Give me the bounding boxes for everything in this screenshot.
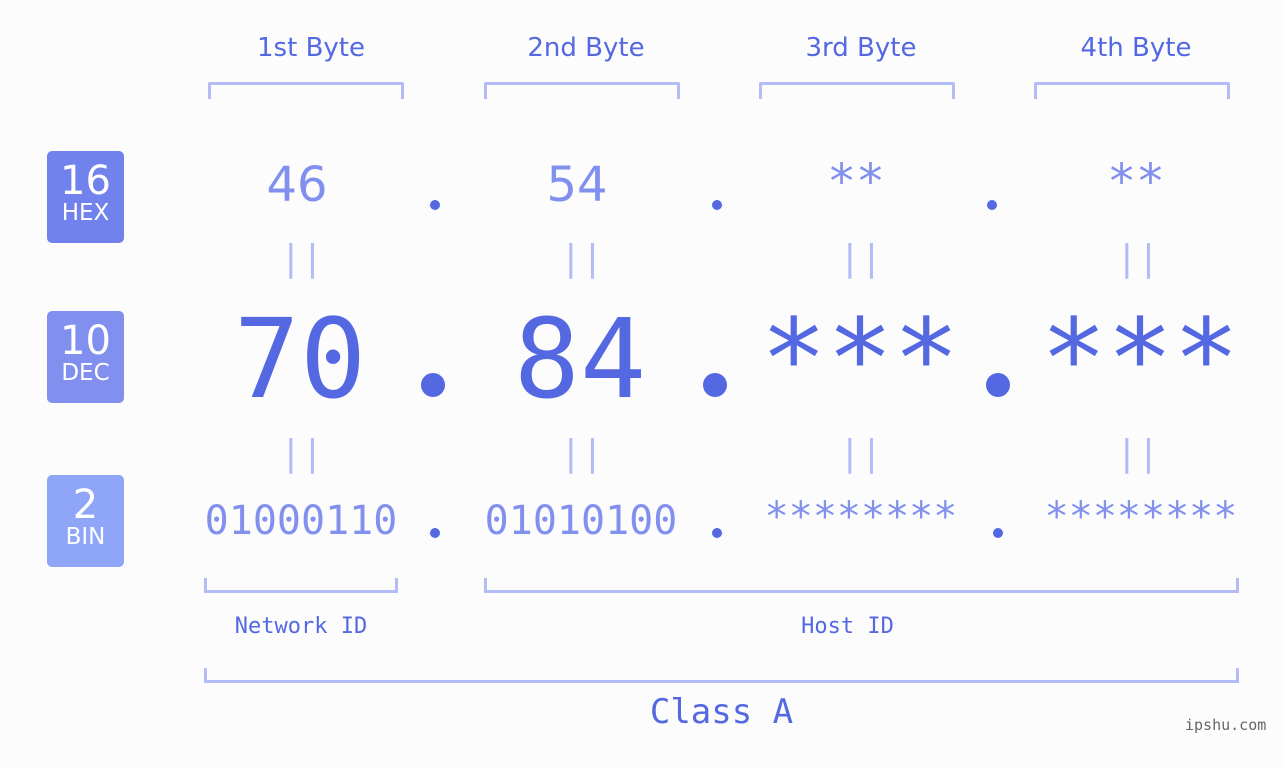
hex-badge-base: 16 bbox=[60, 158, 111, 204]
bin-dot-2 bbox=[712, 528, 722, 538]
equals-sign: || bbox=[560, 238, 604, 279]
dec-byte-3: *** bbox=[760, 295, 960, 423]
dec-byte-2: 84 bbox=[513, 295, 647, 423]
equals-sign: || bbox=[839, 433, 883, 474]
network-id-bracket bbox=[204, 578, 398, 593]
class-bracket bbox=[204, 668, 1239, 683]
bin-dot-3 bbox=[993, 528, 1003, 538]
hex-byte-3: ** bbox=[827, 154, 885, 210]
hex-dot-2 bbox=[712, 200, 722, 210]
dec-badge-label: DEC bbox=[61, 360, 110, 386]
equals-sign: || bbox=[839, 238, 883, 279]
bin-badge-label: BIN bbox=[65, 524, 106, 550]
hex-badge-label: HEX bbox=[61, 200, 110, 226]
hex-dot-3 bbox=[987, 200, 997, 210]
equals-sign: || bbox=[1116, 433, 1160, 474]
bin-dot-1 bbox=[430, 528, 440, 538]
hex-byte-2: 54 bbox=[546, 157, 608, 213]
dec-dot-2 bbox=[703, 373, 727, 397]
network-id-label: Network ID bbox=[234, 614, 368, 639]
equals-sign: || bbox=[280, 433, 324, 474]
byte-bracket-4 bbox=[1034, 82, 1230, 99]
byte-bracket-1 bbox=[208, 82, 404, 99]
hex-byte-4: ** bbox=[1107, 154, 1165, 210]
bin-byte-3: ******** bbox=[764, 494, 958, 540]
byte-label-1: 1st Byte bbox=[257, 33, 365, 63]
watermark: ipshu.com bbox=[1185, 716, 1267, 734]
equals-sign: || bbox=[280, 238, 324, 279]
dec-badge: 10 DEC bbox=[47, 311, 124, 403]
byte-label-4: 4th Byte bbox=[1080, 33, 1192, 63]
byte-bracket-3 bbox=[759, 82, 955, 99]
hex-badge: 16 HEX bbox=[47, 151, 124, 243]
dec-dot-1 bbox=[421, 373, 445, 397]
byte-label-2: 2nd Byte bbox=[527, 33, 645, 63]
host-id-bracket bbox=[484, 578, 1239, 593]
hex-dot-1 bbox=[430, 200, 440, 210]
bin-badge-base: 2 bbox=[72, 482, 99, 528]
bin-byte-2: 01010100 bbox=[484, 498, 678, 544]
bin-byte-1: 01000110 bbox=[204, 498, 398, 544]
equals-sign: || bbox=[1116, 238, 1160, 279]
dec-badge-base: 10 bbox=[60, 318, 111, 364]
byte-bracket-2 bbox=[484, 82, 680, 99]
byte-label-3: 3rd Byte bbox=[805, 33, 917, 63]
bin-byte-4: ******** bbox=[1044, 494, 1238, 540]
host-id-label: Host ID bbox=[801, 614, 894, 639]
class-label: Class A bbox=[649, 692, 794, 732]
equals-sign: || bbox=[560, 433, 604, 474]
dec-byte-4: *** bbox=[1040, 295, 1240, 423]
hex-byte-1: 46 bbox=[266, 157, 328, 213]
dec-byte-1: 70 bbox=[233, 295, 367, 423]
dec-dot-3 bbox=[986, 373, 1010, 397]
bin-badge: 2 BIN bbox=[47, 475, 124, 567]
